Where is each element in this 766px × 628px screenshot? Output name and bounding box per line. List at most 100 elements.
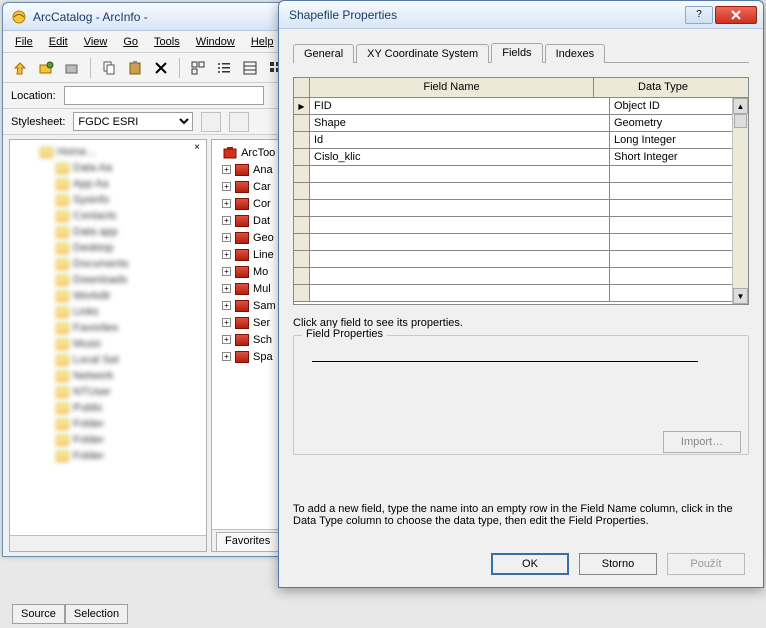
row-selector[interactable] [294,166,310,182]
fields-table[interactable]: Field Name Data Type FIDObject IDShapeGe… [293,77,749,305]
row-selector[interactable] [294,115,310,131]
large-icons-view-icon[interactable] [187,57,209,79]
cell-field-name[interactable] [310,183,610,199]
stylesheet-tool-icon[interactable] [229,112,249,132]
cancel-button[interactable]: Storno [579,553,657,575]
menu-help[interactable]: Help [245,34,280,50]
cell-field-name[interactable]: Cislo_klic [310,149,610,165]
cell-field-name[interactable]: Id [310,132,610,148]
col-data-type[interactable]: Data Type [594,78,732,97]
menu-view[interactable]: View [78,34,114,50]
expand-icon[interactable]: + [222,182,231,191]
row-selector[interactable] [294,200,310,216]
scroll-down-icon[interactable]: ▼ [733,288,748,304]
row-selector[interactable] [294,132,310,148]
scroll-up-icon[interactable]: ▲ [733,98,748,114]
tab-indexes[interactable]: Indexes [545,44,606,63]
cell-field-name[interactable]: Shape [310,115,610,131]
location-input[interactable] [64,86,264,105]
menu-edit[interactable]: Edit [43,34,74,50]
cell-data-type[interactable] [610,251,748,267]
table-row[interactable]: IdLong Integer [294,132,748,149]
cell-data-type[interactable]: Long Integer [610,132,748,148]
expand-icon[interactable]: + [222,199,231,208]
menu-go[interactable]: Go [117,34,144,50]
expand-icon[interactable]: + [222,216,231,225]
dialog-titlebar[interactable]: Shapefile Properties ? [279,1,763,29]
row-selector[interactable] [294,149,310,165]
fields-vscrollbar[interactable]: ▲ ▼ [732,98,748,304]
disconnect-folder-icon[interactable] [61,57,83,79]
row-selector[interactable] [294,251,310,267]
cell-data-type[interactable] [610,183,748,199]
cell-data-type[interactable] [610,217,748,233]
table-row[interactable] [294,166,748,183]
row-selector[interactable] [294,234,310,250]
edit-stylesheet-icon[interactable] [201,112,221,132]
help-icon[interactable]: ? [685,6,713,24]
expand-icon[interactable]: + [222,318,231,327]
cell-field-name[interactable] [310,251,610,267]
table-row[interactable] [294,217,748,234]
cell-field-name[interactable] [310,200,610,216]
expand-icon[interactable]: + [222,250,231,259]
cell-field-name[interactable] [310,268,610,284]
table-row[interactable]: Cislo_klicShort Integer [294,149,748,166]
tab-fields[interactable]: Fields [491,43,542,63]
cell-data-type[interactable] [610,166,748,182]
row-selector[interactable] [294,217,310,233]
cell-field-name[interactable]: FID [310,98,610,114]
cell-field-name[interactable] [310,234,610,250]
import-button[interactable]: Import… [663,431,741,453]
close-icon[interactable] [715,6,757,24]
copy-icon[interactable] [98,57,120,79]
table-row[interactable] [294,200,748,217]
table-row[interactable]: ShapeGeometry [294,115,748,132]
expand-icon[interactable]: + [222,284,231,293]
expand-icon[interactable]: + [222,165,231,174]
menu-window[interactable]: Window [190,34,241,50]
cell-data-type[interactable] [610,200,748,216]
cell-field-name[interactable] [310,217,610,233]
apply-button[interactable]: Použít [667,553,745,575]
up-one-level-icon[interactable] [9,57,31,79]
col-field-name[interactable]: Field Name [310,78,594,97]
cell-data-type[interactable]: Geometry [610,115,748,131]
table-row[interactable] [294,285,748,302]
expand-icon[interactable]: + [222,233,231,242]
cell-data-type[interactable] [610,285,748,301]
ok-button[interactable]: OK [491,553,569,575]
cell-field-name[interactable] [310,166,610,182]
list-view-icon[interactable] [213,57,235,79]
tab-favorites[interactable]: Favorites [216,532,279,551]
catalog-tree[interactable]: Home… Data Aa App Aa Sysinfo Contacts Da… [10,140,206,468]
expand-icon[interactable]: + [222,335,231,344]
catalog-tree-pane[interactable]: × Home… Data Aa App Aa Sysinfo Contacts … [9,139,207,552]
expand-icon[interactable]: + [222,267,231,276]
cell-data-type[interactable] [610,234,748,250]
table-row[interactable] [294,183,748,200]
tab-general[interactable]: General [293,44,354,63]
details-view-icon[interactable] [239,57,261,79]
connect-folder-icon[interactable] [35,57,57,79]
row-selector[interactable] [294,285,310,301]
cell-data-type[interactable]: Short Integer [610,149,748,165]
tree-hscrollbar[interactable] [10,535,206,551]
tab-xy-coordinate-system[interactable]: XY Coordinate System [356,44,489,63]
table-row[interactable] [294,251,748,268]
row-selector[interactable] [294,268,310,284]
expand-icon[interactable]: + [222,352,231,361]
cell-data-type[interactable]: Object ID [610,98,748,114]
tab-selection[interactable]: Selection [65,604,128,624]
menu-file[interactable]: File [9,34,39,50]
expand-icon[interactable]: + [222,301,231,310]
tab-source[interactable]: Source [12,604,65,624]
paste-icon[interactable] [124,57,146,79]
table-row[interactable]: FIDObject ID [294,98,748,115]
scroll-thumb[interactable] [734,114,747,128]
cell-data-type[interactable] [610,268,748,284]
stylesheet-select[interactable]: FGDC ESRI [73,112,193,131]
cell-field-name[interactable] [310,285,610,301]
delete-icon[interactable] [150,57,172,79]
row-selector[interactable] [294,183,310,199]
